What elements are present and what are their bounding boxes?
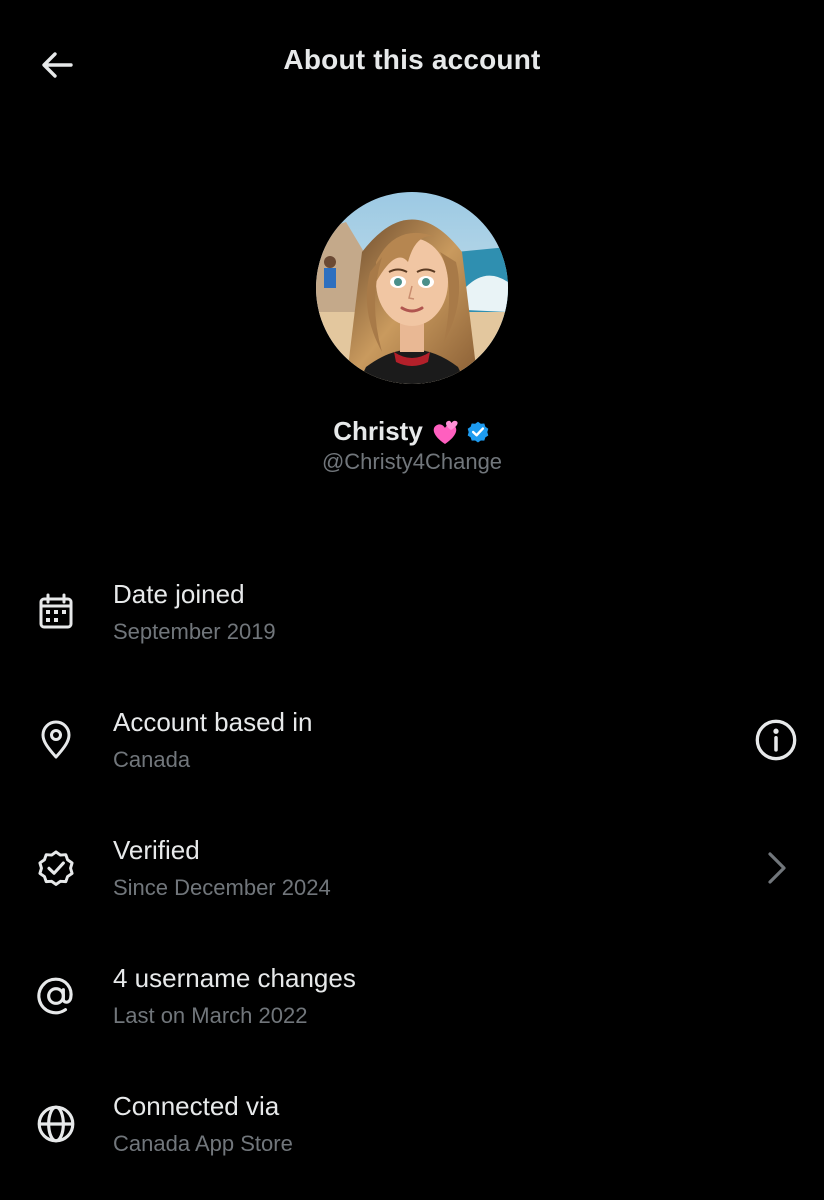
verified-check-icon (34, 846, 78, 890)
verified-chevron-button[interactable] (754, 844, 798, 892)
username-changes-label: 4 username changes (113, 963, 356, 993)
date-joined-label: Date joined (113, 579, 245, 609)
account-based-label: Account based in (113, 707, 313, 737)
account-based-value: Canada (113, 747, 191, 772)
verified-badge-icon[interactable] (465, 419, 491, 445)
chevron-right-icon (768, 852, 786, 884)
info-icon (755, 719, 797, 761)
account-based-row: Account based in Canada (0, 680, 824, 808)
connected-via-row: Connected via Canada App Store (0, 1064, 824, 1192)
username-changes-value: Last on March 2022 (113, 1003, 308, 1028)
username-changes-row: 4 username changes Last on March 2022 (0, 936, 824, 1064)
verified-value: Since December 2024 (113, 875, 331, 900)
info-button[interactable] (752, 716, 800, 764)
at-sign-icon (34, 974, 78, 1018)
profile-avatar-image (316, 192, 508, 384)
globe-icon (34, 1102, 78, 1146)
avatar[interactable] (316, 192, 508, 384)
date-joined-row: Date joined September 2019 (0, 552, 824, 680)
date-joined-value: September 2019 (113, 619, 276, 644)
verified-row[interactable]: Verified Since December 2024 (0, 808, 824, 936)
account-details-list: Date joined September 2019 Account based… (0, 552, 824, 1192)
top-bar: About this account (0, 0, 824, 128)
connected-via-label: Connected via (113, 1091, 280, 1121)
location-pin-icon (34, 718, 78, 762)
username-handle: @Christy4Change (321, 449, 503, 474)
page-title: About this account (283, 44, 541, 75)
calendar-icon (34, 590, 78, 634)
profile-name-row: Christy (0, 416, 824, 447)
two-hearts-emoji-icon (429, 418, 459, 446)
display-name: Christy (333, 416, 423, 446)
verified-label: Verified (113, 835, 200, 865)
connected-via-value: Canada App Store (113, 1131, 293, 1156)
